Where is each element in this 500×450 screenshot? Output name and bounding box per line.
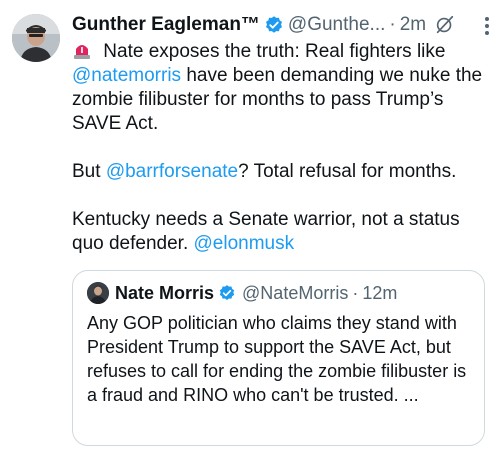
author-name[interactable]: Gunther Eagleman™ [72, 14, 260, 36]
tweet-header: Gunther Eagleman™ @Gunthe... · 2m [72, 12, 492, 38]
tweet-text-segment: ? Total refusal for months. [238, 161, 457, 182]
author-handle[interactable]: @Gunthe... [288, 14, 385, 36]
tweet-text-segment: But [72, 161, 106, 182]
quoted-tweet-text: Any GOP politician who claims they stand… [87, 313, 467, 405]
tweet-paragraph: Nate exposes the truth: Real fighters li… [72, 40, 492, 136]
police-siren-icon [72, 40, 92, 60]
quoted-author-handle[interactable]: @NateMorris [242, 283, 348, 304]
tweet-paragraph: But @barrforsenate? Total refusal for mo… [72, 160, 492, 184]
tweet[interactable]: Gunther Eagleman™ @Gunthe... · 2m Nate e… [0, 0, 500, 450]
quoted-author-name[interactable]: Nate Morris [115, 283, 214, 304]
tweet-timestamp[interactable]: 2m [400, 14, 426, 36]
mention-link[interactable]: @elonmusk [194, 233, 295, 254]
tweet-text: Nate exposes the truth: Real fighters li… [72, 40, 492, 256]
separator-dot: · [352, 282, 359, 303]
verified-badge-icon [264, 15, 284, 35]
author-avatar[interactable] [12, 14, 60, 62]
quoted-tweet[interactable]: Nate Morris @NateMorris · 12m Any GOP po… [72, 270, 485, 446]
quoted-author-avatar[interactable] [87, 282, 109, 304]
mention-link[interactable]: @barrforsenate [106, 161, 238, 182]
more-options-icon[interactable] [482, 12, 492, 40]
verified-badge-icon [218, 284, 236, 302]
tweet-text-segment: Nate exposes the truth: Real fighters li… [98, 41, 446, 62]
separator-dot: · [389, 14, 396, 35]
grok-icon[interactable] [434, 14, 456, 36]
quoted-tweet-timestamp[interactable]: 12m [362, 283, 397, 304]
quoted-tweet-header: Nate Morris @NateMorris · 12m [87, 281, 474, 305]
mention-link[interactable]: @natemorris [72, 65, 181, 86]
tweet-paragraph: Kentucky needs a Senate warrior, not a s… [72, 208, 492, 256]
